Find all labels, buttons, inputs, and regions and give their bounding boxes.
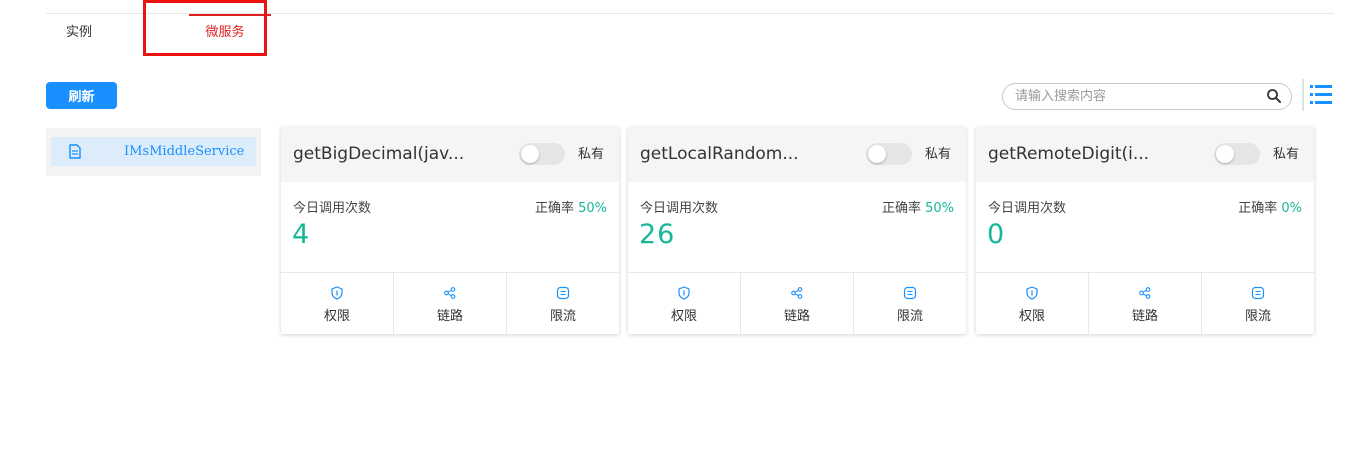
trace-button[interactable]: 链路 bbox=[741, 273, 854, 334]
trace-label: 链路 bbox=[1131, 309, 1158, 324]
card-actions: 权限 链路 限流 bbox=[628, 272, 966, 334]
service-card: getBigDecimal(jav... 私有 今日调用次数 正确率 50% 4… bbox=[281, 127, 619, 334]
service-sidebar: IMsMiddleService bbox=[46, 128, 261, 176]
search-icon[interactable] bbox=[1266, 88, 1282, 104]
toggle-knob bbox=[521, 145, 539, 163]
private-toggle[interactable] bbox=[866, 143, 912, 165]
list-view-toggle[interactable] bbox=[1302, 79, 1334, 111]
accuracy-label: 正确率 bbox=[881, 201, 921, 216]
card-title[interactable]: getLocalRandom... bbox=[640, 127, 799, 182]
trace-nodes-icon bbox=[791, 287, 803, 299]
card-title[interactable]: getRemoteDigit(i... bbox=[988, 127, 1149, 182]
document-icon bbox=[69, 144, 81, 159]
shield-icon bbox=[331, 286, 343, 300]
private-toggle[interactable] bbox=[1214, 143, 1260, 165]
search-box bbox=[1002, 83, 1292, 110]
accuracy-value: 0% bbox=[1281, 201, 1302, 216]
ratelimit-label: 限流 bbox=[549, 309, 576, 324]
permission-button[interactable]: 权限 bbox=[628, 273, 741, 334]
card-header: getBigDecimal(jav... 私有 bbox=[281, 127, 619, 182]
refresh-button[interactable]: 刷新 bbox=[46, 82, 117, 109]
ratelimit-button[interactable]: 限流 bbox=[854, 273, 966, 334]
private-label: 私有 bbox=[578, 147, 605, 162]
permission-label: 权限 bbox=[1018, 309, 1045, 324]
calls-today-label: 今日调用次数 bbox=[640, 201, 719, 216]
accuracy-rate: 正确率 50% bbox=[535, 197, 607, 216]
card-actions: 权限 链路 限流 bbox=[976, 272, 1314, 334]
toggle-knob bbox=[868, 145, 886, 163]
calls-today-value: 0 bbox=[987, 219, 1006, 250]
ratelimit-icon bbox=[556, 286, 570, 300]
list-view-icon bbox=[1310, 85, 1332, 104]
accuracy-label: 正确率 bbox=[1238, 201, 1278, 216]
ratelimit-icon bbox=[903, 286, 917, 300]
calls-today-value: 26 bbox=[639, 219, 676, 250]
permission-label: 权限 bbox=[323, 309, 350, 324]
accuracy-rate: 正确率 0% bbox=[1238, 197, 1302, 216]
trace-label: 链路 bbox=[436, 309, 463, 324]
trace-nodes-icon bbox=[444, 287, 456, 299]
sidebar-item-imsmiddleservice[interactable]: IMsMiddleService bbox=[51, 137, 256, 166]
ratelimit-button[interactable]: 限流 bbox=[1202, 273, 1314, 334]
calls-today-label: 今日调用次数 bbox=[293, 201, 372, 216]
shield-icon bbox=[678, 286, 690, 300]
private-toggle[interactable] bbox=[519, 143, 565, 165]
toggle-knob bbox=[1216, 145, 1234, 163]
trace-nodes-icon bbox=[1139, 287, 1151, 299]
card-actions: 权限 链路 限流 bbox=[281, 272, 619, 334]
trace-label: 链路 bbox=[783, 309, 810, 324]
sidebar-item-label: IMsMiddleService bbox=[124, 144, 245, 159]
tab-microservice[interactable]: 微服务 bbox=[185, 14, 271, 54]
accuracy-value: 50% bbox=[925, 201, 954, 216]
active-tab-indicator bbox=[189, 14, 271, 16]
private-label: 私有 bbox=[1273, 147, 1300, 162]
ratelimit-icon bbox=[1251, 286, 1265, 300]
tab-instance[interactable]: 实例 bbox=[66, 14, 92, 54]
search-input[interactable] bbox=[1015, 87, 1255, 106]
trace-button[interactable]: 链路 bbox=[394, 273, 507, 334]
trace-button[interactable]: 链路 bbox=[1089, 273, 1202, 334]
private-label: 私有 bbox=[925, 147, 952, 162]
permission-label: 权限 bbox=[670, 309, 697, 324]
shield-icon bbox=[1026, 286, 1038, 300]
tab-microservice-label: 微服务 bbox=[205, 25, 245, 40]
calls-today-label: 今日调用次数 bbox=[988, 201, 1067, 216]
card-header: getRemoteDigit(i... 私有 bbox=[976, 127, 1314, 182]
ratelimit-label: 限流 bbox=[896, 309, 923, 324]
ratelimit-button[interactable]: 限流 bbox=[507, 273, 619, 334]
accuracy-label: 正确率 bbox=[534, 201, 574, 216]
accuracy-rate: 正确率 50% bbox=[882, 197, 954, 216]
card-header: getLocalRandom... 私有 bbox=[628, 127, 966, 182]
calls-today-value: 4 bbox=[292, 219, 311, 250]
permission-button[interactable]: 权限 bbox=[976, 273, 1089, 334]
accuracy-value: 50% bbox=[578, 201, 607, 216]
service-card: getLocalRandom... 私有 今日调用次数 正确率 50% 26 权… bbox=[628, 127, 966, 334]
permission-button[interactable]: 权限 bbox=[281, 273, 394, 334]
service-card: getRemoteDigit(i... 私有 今日调用次数 正确率 0% 0 权… bbox=[976, 127, 1314, 334]
ratelimit-label: 限流 bbox=[1244, 309, 1271, 324]
card-title[interactable]: getBigDecimal(jav... bbox=[293, 127, 464, 182]
